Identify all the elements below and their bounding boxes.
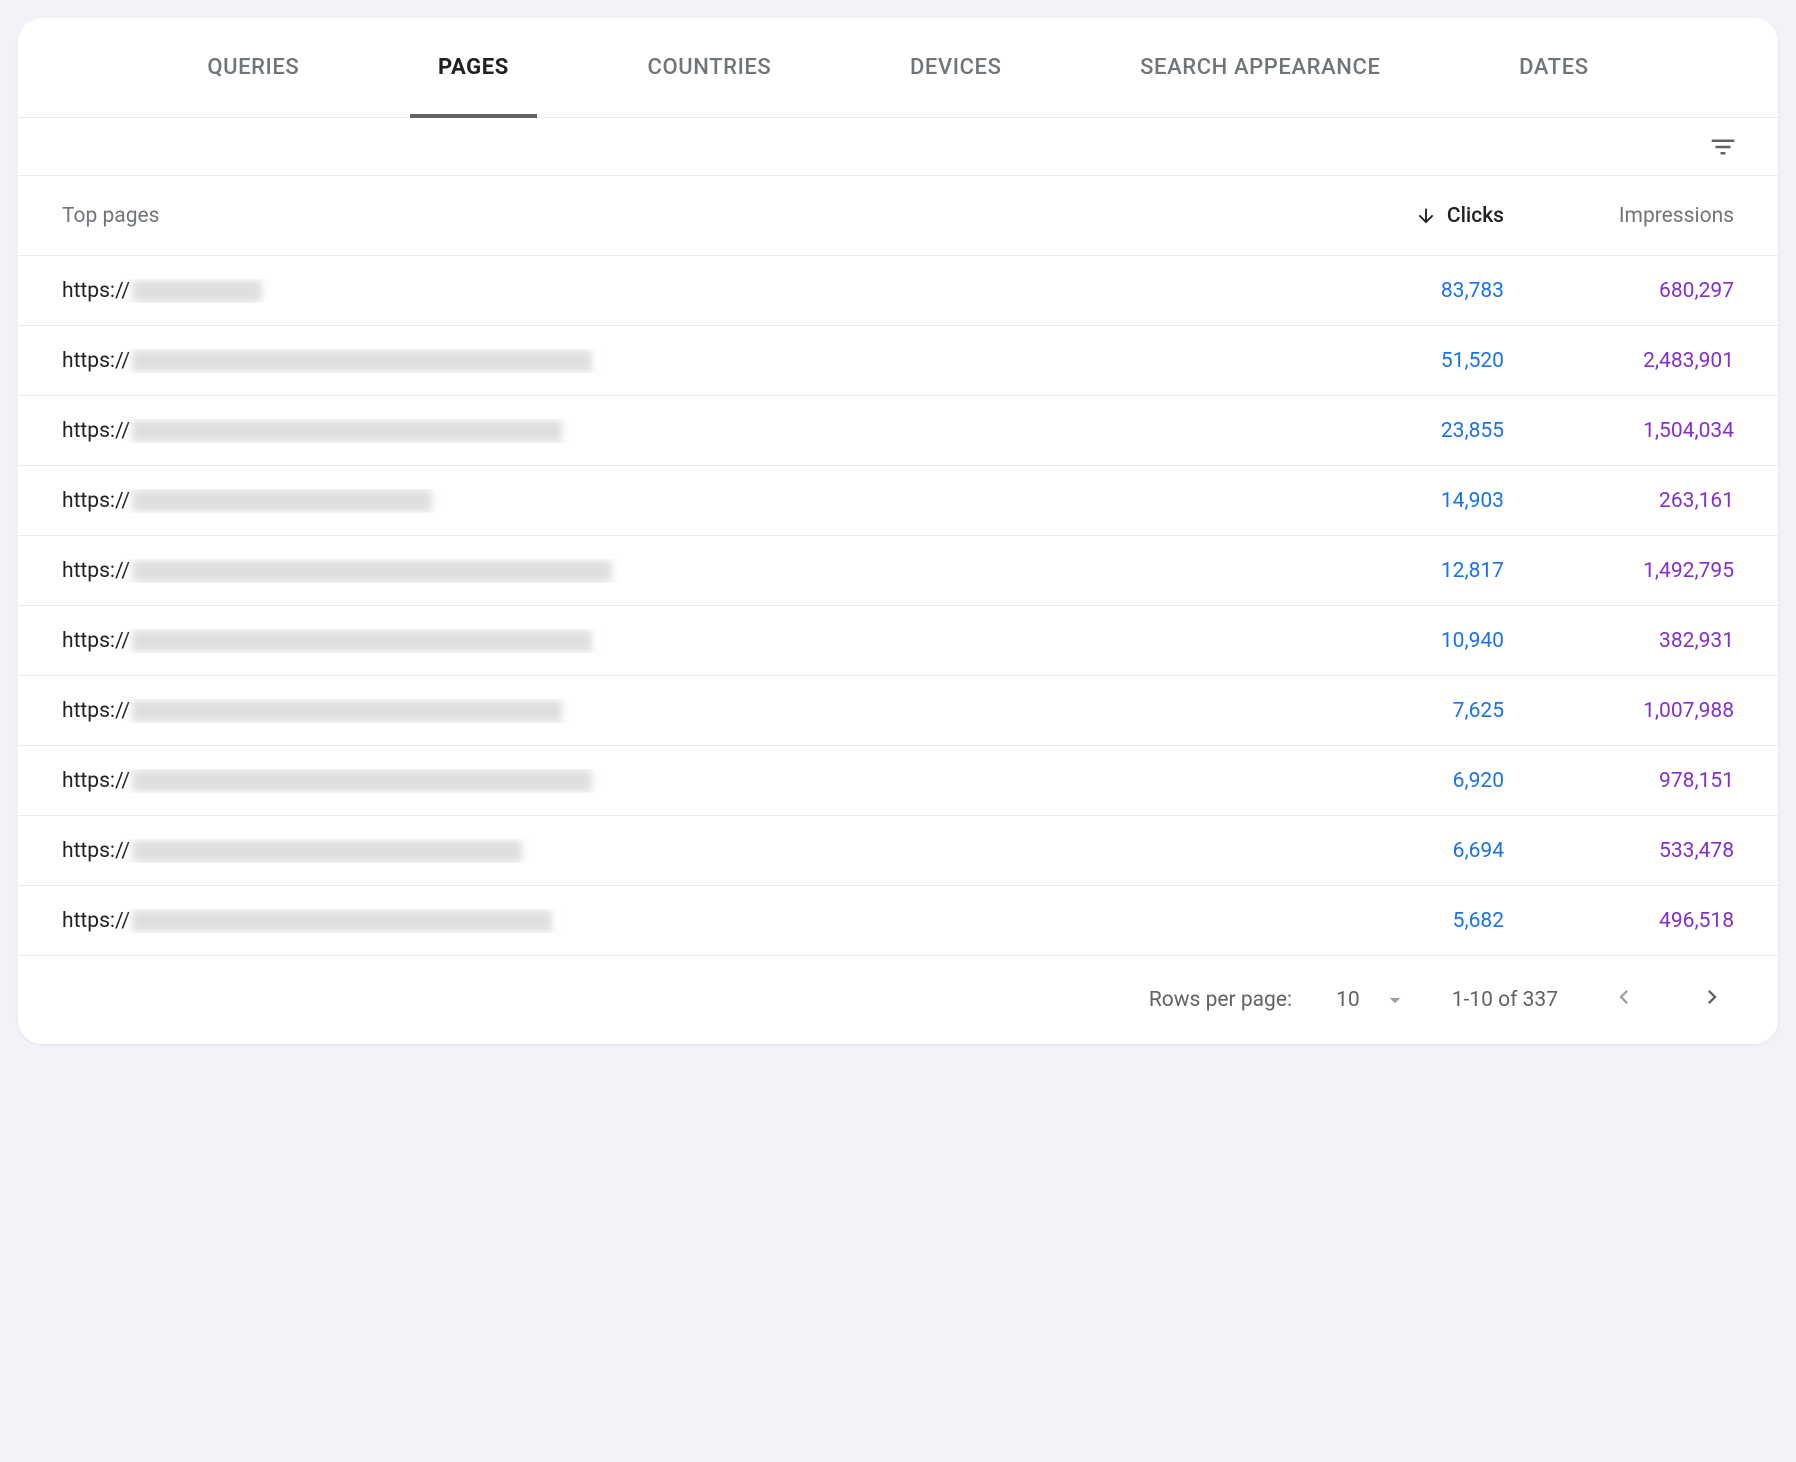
cell-clicks: 7,625 — [1284, 699, 1504, 723]
table-body: https:// 83,783680,297 https:// 51,5202,483… — [18, 256, 1778, 956]
column-header-label: Top pages — [62, 204, 159, 228]
cell-impressions: 382,931 — [1504, 629, 1734, 653]
cell-impressions: 2,483,901 — [1504, 349, 1734, 373]
url-prefix: https:// — [62, 279, 130, 303]
url-redacted — [132, 840, 522, 862]
url-prefix: https:// — [62, 349, 130, 373]
cell-clicks: 14,903 — [1284, 489, 1504, 513]
url-redacted — [132, 420, 562, 442]
cell-clicks: 51,520 — [1284, 349, 1504, 373]
table-header-row: Top pages Clicks Impressions — [18, 176, 1778, 256]
performance-table-card: QUERIES PAGES COUNTRIES DEVICES SEARCH A… — [18, 18, 1778, 1044]
tab-dates[interactable]: DATES — [1511, 18, 1597, 117]
cell-page: https:// — [62, 559, 1284, 583]
tab-label: QUERIES — [207, 55, 299, 80]
url-prefix: https:// — [62, 909, 130, 933]
url-prefix: https:// — [62, 559, 130, 583]
column-header-label: Clicks — [1447, 204, 1504, 228]
chevron-right-icon — [1698, 983, 1726, 1017]
rows-per-page-value: 10 — [1336, 988, 1360, 1012]
url-prefix: https:// — [62, 419, 130, 443]
cell-page: https:// — [62, 419, 1284, 443]
url-redacted — [132, 630, 592, 652]
tab-label: DATES — [1519, 55, 1589, 80]
table-row[interactable]: https:// 83,783680,297 — [18, 256, 1778, 326]
arrow-downward-icon — [1415, 205, 1437, 227]
url-prefix: https:// — [62, 699, 130, 723]
rows-per-page-select[interactable]: 10 — [1336, 987, 1408, 1013]
cell-impressions: 496,518 — [1504, 909, 1734, 933]
table-row[interactable]: https:// 6,920978,151 — [18, 746, 1778, 816]
column-header-impressions[interactable]: Impressions — [1504, 204, 1734, 228]
pagination-bar: Rows per page: 10 1-10 of 337 — [18, 956, 1778, 1044]
pagination-prev-button[interactable] — [1602, 975, 1646, 1025]
url-prefix: https:// — [62, 769, 130, 793]
cell-page: https:// — [62, 629, 1284, 653]
tab-label: PAGES — [438, 55, 509, 80]
cell-impressions: 978,151 — [1504, 769, 1734, 793]
cell-clicks: 5,682 — [1284, 909, 1504, 933]
cell-page: https:// — [62, 349, 1284, 373]
table-row[interactable]: https:// 10,940382,931 — [18, 606, 1778, 676]
url-redacted — [132, 910, 552, 932]
url-redacted — [132, 770, 592, 792]
filter-list-icon[interactable] — [1708, 132, 1738, 162]
url-redacted — [132, 280, 262, 302]
cell-page: https:// — [62, 839, 1284, 863]
filter-bar — [18, 118, 1778, 176]
cell-impressions: 1,504,034 — [1504, 419, 1734, 443]
table-row[interactable]: https:// 5,682496,518 — [18, 886, 1778, 956]
rows-per-page-label: Rows per page: — [1149, 988, 1292, 1012]
url-redacted — [132, 350, 592, 372]
cell-clicks: 6,920 — [1284, 769, 1504, 793]
dimension-tabs: QUERIES PAGES COUNTRIES DEVICES SEARCH A… — [18, 18, 1778, 118]
cell-page: https:// — [62, 769, 1284, 793]
cell-clicks: 10,940 — [1284, 629, 1504, 653]
arrow-drop-down-icon — [1382, 987, 1408, 1013]
tab-pages[interactable]: PAGES — [430, 18, 517, 117]
url-redacted — [132, 490, 432, 512]
cell-page: https:// — [62, 489, 1284, 513]
cell-impressions: 533,478 — [1504, 839, 1734, 863]
cell-clicks: 23,855 — [1284, 419, 1504, 443]
cell-page: https:// — [62, 279, 1284, 303]
cell-impressions: 680,297 — [1504, 279, 1734, 303]
tab-label: DEVICES — [910, 55, 1002, 80]
table-row[interactable]: https:// 12,8171,492,795 — [18, 536, 1778, 606]
chevron-left-icon — [1610, 983, 1638, 1017]
cell-impressions: 263,161 — [1504, 489, 1734, 513]
cell-impressions: 1,492,795 — [1504, 559, 1734, 583]
table-row[interactable]: https:// 51,5202,483,901 — [18, 326, 1778, 396]
tab-search-appearance[interactable]: SEARCH APPEARANCE — [1132, 18, 1388, 117]
url-prefix: https:// — [62, 629, 130, 653]
url-prefix: https:// — [62, 489, 130, 513]
tab-devices[interactable]: DEVICES — [902, 18, 1010, 117]
cell-clicks: 12,817 — [1284, 559, 1504, 583]
column-header-pages[interactable]: Top pages — [62, 204, 1284, 228]
table-row[interactable]: https:// 14,903263,161 — [18, 466, 1778, 536]
cell-page: https:// — [62, 699, 1284, 723]
tab-label: COUNTRIES — [648, 55, 772, 80]
cell-impressions: 1,007,988 — [1504, 699, 1734, 723]
table-row[interactable]: https:// 6,694533,478 — [18, 816, 1778, 886]
cell-clicks: 83,783 — [1284, 279, 1504, 303]
tab-countries[interactable]: COUNTRIES — [640, 18, 780, 117]
url-prefix: https:// — [62, 839, 130, 863]
tab-label: SEARCH APPEARANCE — [1140, 55, 1380, 80]
cell-clicks: 6,694 — [1284, 839, 1504, 863]
tab-queries[interactable]: QUERIES — [199, 18, 307, 117]
column-header-label: Impressions — [1619, 204, 1734, 228]
pagination-next-button[interactable] — [1690, 975, 1734, 1025]
table-row[interactable]: https:// 7,6251,007,988 — [18, 676, 1778, 746]
url-redacted — [132, 700, 562, 722]
pagination-range: 1-10 of 337 — [1452, 988, 1558, 1012]
cell-page: https:// — [62, 909, 1284, 933]
url-redacted — [132, 560, 612, 582]
column-header-clicks[interactable]: Clicks — [1284, 204, 1504, 228]
table-row[interactable]: https:// 23,8551,504,034 — [18, 396, 1778, 466]
